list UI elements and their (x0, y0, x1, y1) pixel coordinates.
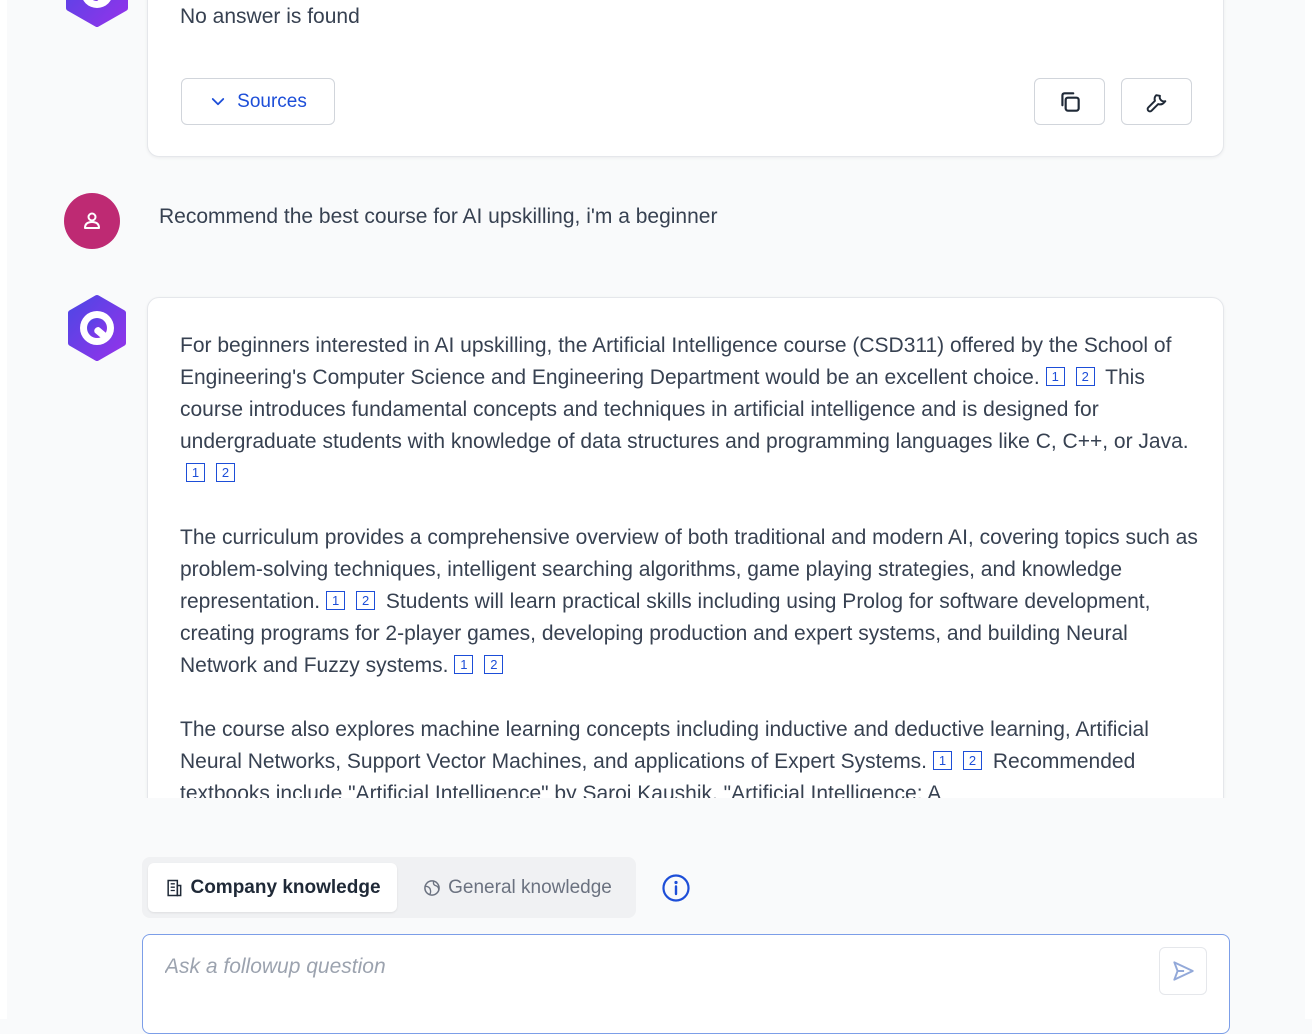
citation-link[interactable]: 2 (356, 591, 376, 610)
user-icon (84, 212, 100, 229)
sources-label: Sources (237, 90, 307, 112)
info-button[interactable] (661, 873, 691, 903)
company-knowledge-label: Company knowledge (190, 876, 381, 898)
citation-link[interactable]: 1 (186, 463, 205, 482)
answer-paragraph: For beginners interested in AI upskillin… (180, 330, 1200, 490)
copy-icon (1060, 91, 1080, 112)
info-icon (662, 874, 690, 902)
right-edge (1305, 0, 1312, 1019)
citation-link[interactable]: 1 (933, 751, 953, 770)
building-icon (167, 879, 182, 896)
citation-link[interactable]: 1 (326, 591, 346, 610)
followup-question-input[interactable] (165, 955, 1125, 985)
tools-button[interactable] (1121, 78, 1192, 125)
answer-paragraph: The curriculum provides a comprehensive … (180, 522, 1200, 682)
wrench-icon (1146, 93, 1166, 112)
general-knowledge-label: General knowledge (448, 876, 612, 898)
citation-link[interactable]: 1 (1045, 367, 1065, 386)
citation-link[interactable]: 2 (484, 655, 504, 674)
answer-body: For beginners interested in AI upskillin… (180, 330, 1200, 798)
answer-text: For beginners interested in AI upskillin… (180, 334, 1172, 389)
citation-link[interactable]: 1 (454, 655, 474, 674)
followup-input-box (142, 934, 1230, 1034)
assistant-logo-icon (68, 295, 126, 361)
user-question-text: Recommend the best course for AI upskill… (159, 205, 718, 228)
knowledge-mode-toggle: Company knowledge General knowledge (142, 857, 636, 918)
citation-link[interactable]: 2 (963, 751, 983, 770)
send-icon (1173, 961, 1194, 981)
send-button[interactable] (1159, 947, 1207, 995)
company-knowledge-button[interactable]: Company knowledge (148, 863, 397, 912)
chat-scroll-area[interactable]: No answer is found Sources Recommend the… (7, 0, 1305, 798)
general-knowledge-button[interactable]: General knowledge (404, 863, 630, 912)
no-answer-text: No answer is found (180, 5, 360, 28)
assistant-avatar (59, 290, 135, 366)
sources-button[interactable]: Sources (181, 78, 335, 125)
user-avatar (64, 193, 120, 249)
answer-card: For beginners interested in AI upskillin… (147, 297, 1224, 798)
citation-link[interactable]: 2 (1075, 367, 1095, 386)
copy-button[interactable] (1034, 78, 1105, 125)
chevron-down-icon (211, 97, 225, 105)
globe-icon (424, 879, 440, 896)
assistant-avatar (59, 0, 135, 30)
previous-answer-card: No answer is found Sources (147, 0, 1224, 157)
assistant-logo-icon (66, 0, 128, 27)
left-edge (0, 0, 7, 1019)
citation-link[interactable]: 2 (216, 463, 235, 482)
answer-paragraph: The course also explores machine learnin… (180, 714, 1200, 798)
